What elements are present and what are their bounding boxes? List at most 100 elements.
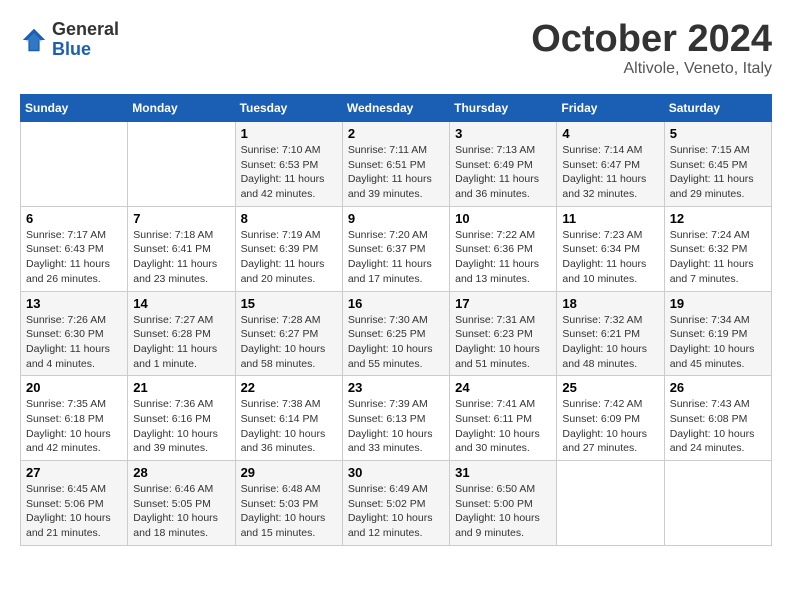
day-info: Sunrise: 7:42 AMSunset: 6:09 PMDaylight:…	[562, 397, 658, 456]
calendar-cell: 5 Sunrise: 7:15 AMSunset: 6:45 PMDaylight…	[664, 122, 771, 207]
day-info: Sunrise: 7:36 AMSunset: 6:16 PMDaylight:…	[133, 397, 229, 456]
day-info: Sunrise: 7:14 AMSunset: 6:47 PMDaylight:…	[562, 143, 658, 202]
calendar-week: 13 Sunrise: 7:26 AMSunset: 6:30 PMDayligh…	[21, 291, 772, 376]
calendar-cell: 9 Sunrise: 7:20 AMSunset: 6:37 PMDaylight…	[342, 206, 449, 291]
calendar-cell	[557, 461, 664, 546]
day-number: 31	[455, 465, 551, 480]
calendar-header: SundayMondayTuesdayWednesdayThursdayFrid…	[21, 95, 772, 122]
calendar-cell: 2 Sunrise: 7:11 AMSunset: 6:51 PMDaylight…	[342, 122, 449, 207]
calendar-week: 6Sunrise: 7:17 AMSunset: 6:43 PMDaylight…	[21, 206, 772, 291]
calendar-cell: 15 Sunrise: 7:28 AMSunset: 6:27 PMDayligh…	[235, 291, 342, 376]
header-day: Tuesday	[235, 95, 342, 122]
day-number: 18	[562, 296, 658, 311]
day-number: 26	[670, 380, 766, 395]
header-day: Wednesday	[342, 95, 449, 122]
calendar-cell	[21, 122, 128, 207]
day-number: 15	[241, 296, 337, 311]
day-info: Sunrise: 6:50 AMSunset: 5:00 PMDaylight:…	[455, 482, 551, 541]
calendar-cell: 13 Sunrise: 7:26 AMSunset: 6:30 PMDayligh…	[21, 291, 128, 376]
calendar-cell: 30 Sunrise: 6:49 AMSunset: 5:02 PMDayligh…	[342, 461, 449, 546]
day-info: Sunrise: 7:39 AMSunset: 6:13 PMDaylight:…	[348, 397, 444, 456]
day-number: 12	[670, 211, 766, 226]
calendar-cell: 14 Sunrise: 7:27 AMSunset: 6:28 PMDayligh…	[128, 291, 235, 376]
day-number: 17	[455, 296, 551, 311]
day-info: Sunrise: 7:26 AMSunset: 6:30 PMDaylight:…	[26, 313, 122, 372]
header-day: Monday	[128, 95, 235, 122]
calendar-cell: 29 Sunrise: 6:48 AMSunset: 5:03 PMDayligh…	[235, 461, 342, 546]
day-number: 14	[133, 296, 229, 311]
logo-icon	[20, 26, 48, 54]
day-number: 11	[562, 211, 658, 226]
day-number: 9	[348, 211, 444, 226]
day-info: Sunrise: 7:43 AMSunset: 6:08 PMDaylight:…	[670, 397, 766, 456]
title-block: October 2024 Altivole, Veneto, Italy	[531, 20, 772, 78]
day-number: 4	[562, 126, 658, 141]
calendar-cell: 10Sunrise: 7:22 AMSunset: 6:36 PMDayligh…	[450, 206, 557, 291]
calendar-cell: 3Sunrise: 7:13 AMSunset: 6:49 PMDaylight…	[450, 122, 557, 207]
logo-general: General	[52, 20, 119, 40]
day-info: Sunrise: 6:49 AMSunset: 5:02 PMDaylight:…	[348, 482, 444, 541]
calendar-cell: 11 Sunrise: 7:23 AMSunset: 6:34 PMDayligh…	[557, 206, 664, 291]
calendar-cell: 1Sunrise: 7:10 AMSunset: 6:53 PMDaylight…	[235, 122, 342, 207]
day-info: Sunrise: 7:41 AMSunset: 6:11 PMDaylight:…	[455, 397, 551, 456]
day-number: 23	[348, 380, 444, 395]
day-number: 27	[26, 465, 122, 480]
location: Altivole, Veneto, Italy	[531, 60, 772, 78]
calendar-cell: 28 Sunrise: 6:46 AMSunset: 5:05 PMDayligh…	[128, 461, 235, 546]
calendar-week: 27Sunrise: 6:45 AMSunset: 5:06 PMDayligh…	[21, 461, 772, 546]
day-info: Sunrise: 7:31 AMSunset: 6:23 PMDaylight:…	[455, 313, 551, 372]
calendar-cell: 4 Sunrise: 7:14 AMSunset: 6:47 PMDaylight…	[557, 122, 664, 207]
calendar-cell: 27Sunrise: 6:45 AMSunset: 5:06 PMDayligh…	[21, 461, 128, 546]
calendar-cell: 24 Sunrise: 7:41 AMSunset: 6:11 PMDayligh…	[450, 376, 557, 461]
day-number: 29	[241, 465, 337, 480]
calendar-cell: 16 Sunrise: 7:30 AMSunset: 6:25 PMDayligh…	[342, 291, 449, 376]
calendar-week: 20Sunrise: 7:35 AMSunset: 6:18 PMDayligh…	[21, 376, 772, 461]
calendar-cell: 19Sunrise: 7:34 AMSunset: 6:19 PMDayligh…	[664, 291, 771, 376]
calendar-cell: 17 Sunrise: 7:31 AMSunset: 6:23 PMDayligh…	[450, 291, 557, 376]
day-info: Sunrise: 7:38 AMSunset: 6:14 PMDaylight:…	[241, 397, 337, 456]
day-info: Sunrise: 7:19 AMSunset: 6:39 PMDaylight:…	[241, 228, 337, 287]
day-number: 25	[562, 380, 658, 395]
day-info: Sunrise: 7:27 AMSunset: 6:28 PMDaylight:…	[133, 313, 229, 372]
day-info: Sunrise: 7:17 AMSunset: 6:43 PMDaylight:…	[26, 228, 122, 287]
calendar-cell: 26 Sunrise: 7:43 AMSunset: 6:08 PMDayligh…	[664, 376, 771, 461]
day-number: 24	[455, 380, 551, 395]
day-number: 21	[133, 380, 229, 395]
day-info: Sunrise: 7:34 AMSunset: 6:19 PMDaylight:…	[670, 313, 766, 372]
day-info: Sunrise: 7:23 AMSunset: 6:34 PMDaylight:…	[562, 228, 658, 287]
day-info: Sunrise: 7:22 AMSunset: 6:36 PMDaylight:…	[455, 228, 551, 287]
day-number: 20	[26, 380, 122, 395]
day-info: Sunrise: 7:24 AMSunset: 6:32 PMDaylight:…	[670, 228, 766, 287]
day-number: 16	[348, 296, 444, 311]
calendar-body: 1Sunrise: 7:10 AMSunset: 6:53 PMDaylight…	[21, 122, 772, 546]
day-number: 2	[348, 126, 444, 141]
day-info: Sunrise: 7:13 AMSunset: 6:49 PMDaylight:…	[455, 143, 551, 202]
calendar-cell: 22Sunrise: 7:38 AMSunset: 6:14 PMDayligh…	[235, 376, 342, 461]
calendar-cell	[664, 461, 771, 546]
day-info: Sunrise: 7:11 AMSunset: 6:51 PMDaylight:…	[348, 143, 444, 202]
day-info: Sunrise: 7:20 AMSunset: 6:37 PMDaylight:…	[348, 228, 444, 287]
day-info: Sunrise: 7:28 AMSunset: 6:27 PMDaylight:…	[241, 313, 337, 372]
calendar-cell: 7 Sunrise: 7:18 AMSunset: 6:41 PMDaylight…	[128, 206, 235, 291]
calendar-cell: 6Sunrise: 7:17 AMSunset: 6:43 PMDaylight…	[21, 206, 128, 291]
header-day: Saturday	[664, 95, 771, 122]
day-number: 13	[26, 296, 122, 311]
day-info: Sunrise: 6:48 AMSunset: 5:03 PMDaylight:…	[241, 482, 337, 541]
day-info: Sunrise: 7:32 AMSunset: 6:21 PMDaylight:…	[562, 313, 658, 372]
day-number: 30	[348, 465, 444, 480]
day-info: Sunrise: 6:46 AMSunset: 5:05 PMDaylight:…	[133, 482, 229, 541]
day-info: Sunrise: 7:18 AMSunset: 6:41 PMDaylight:…	[133, 228, 229, 287]
header-day: Friday	[557, 95, 664, 122]
day-number: 5	[670, 126, 766, 141]
day-number: 28	[133, 465, 229, 480]
logo: General Blue	[20, 20, 119, 60]
day-info: Sunrise: 7:15 AMSunset: 6:45 PMDaylight:…	[670, 143, 766, 202]
header-day: Sunday	[21, 95, 128, 122]
calendar-cell: 12 Sunrise: 7:24 AMSunset: 6:32 PMDayligh…	[664, 206, 771, 291]
day-number: 7	[133, 211, 229, 226]
day-info: Sunrise: 7:30 AMSunset: 6:25 PMDaylight:…	[348, 313, 444, 372]
day-number: 8	[241, 211, 337, 226]
logo-text: General Blue	[52, 20, 119, 60]
calendar-table: SundayMondayTuesdayWednesdayThursdayFrid…	[20, 94, 772, 546]
calendar-cell: 20Sunrise: 7:35 AMSunset: 6:18 PMDayligh…	[21, 376, 128, 461]
